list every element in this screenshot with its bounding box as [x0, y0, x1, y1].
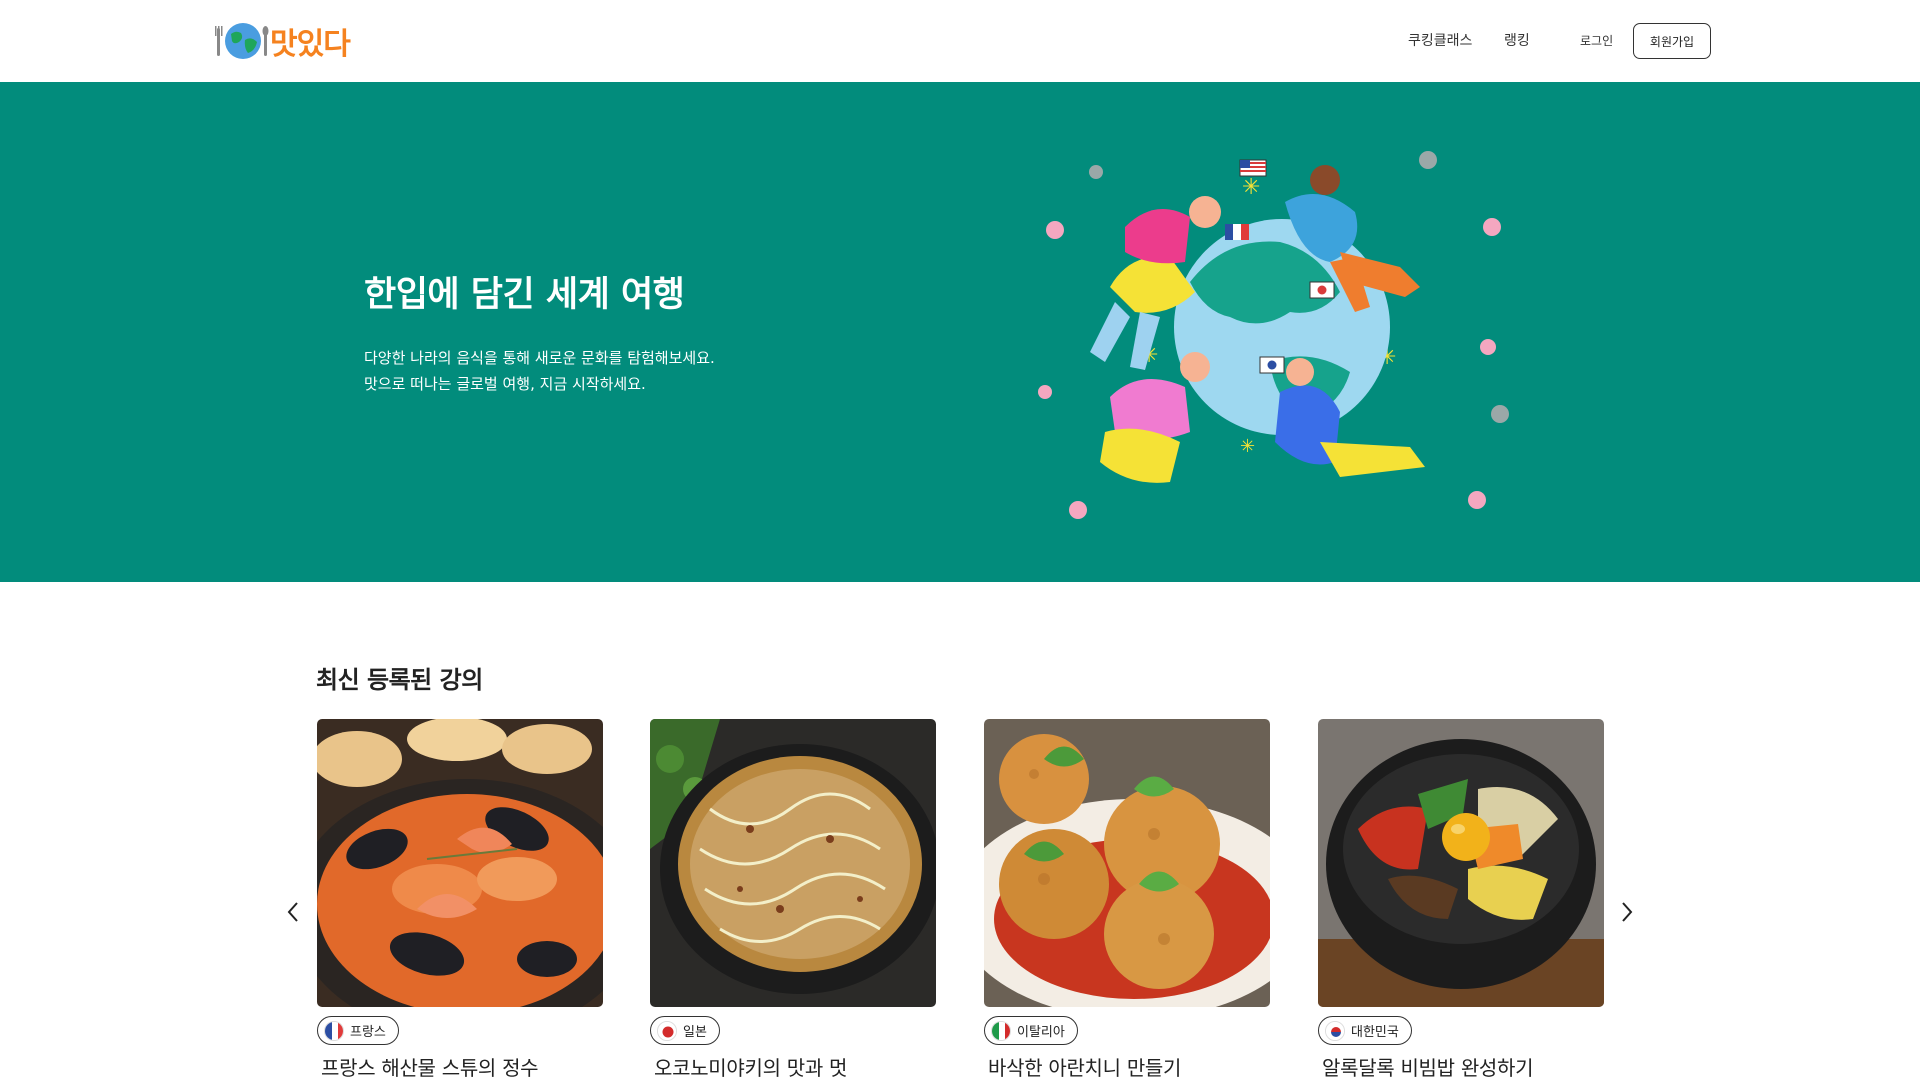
italy-flag-icon — [991, 1020, 1011, 1041]
course-card[interactable] — [1318, 719, 1604, 1007]
svg-text:✳: ✳ — [1240, 436, 1255, 457]
country-label: 이탈리아 — [1017, 1025, 1065, 1040]
country-badge: 대한민국 — [1318, 1016, 1412, 1045]
hero-subtitle-line1: 다양한 나라의 음식을 통해 새로운 문화를 탐험해보세요. — [364, 349, 715, 367]
card-title[interactable]: 바삭한 아란치니 만들기 — [988, 1052, 1181, 1081]
site-header: 맛있다 쿠킹클래스 랭킹 로그인 회원가입 — [0, 0, 1920, 82]
login-link[interactable]: 로그인 — [1580, 32, 1613, 49]
seafood-stew-image[interactable] — [317, 719, 603, 1007]
chevron-left-icon[interactable] — [283, 895, 303, 929]
france-flag-icon — [324, 1020, 344, 1041]
bibimbap-image[interactable] — [1318, 719, 1604, 1007]
country-label: 대한민국 — [1351, 1025, 1399, 1040]
japan-flag-icon — [657, 1020, 677, 1041]
arancini-image[interactable] — [984, 719, 1270, 1007]
signup-button[interactable]: 회원가입 — [1633, 23, 1711, 59]
card-title[interactable]: 프랑스 해산물 스튜의 정수 — [321, 1052, 539, 1081]
card-title[interactable]: 오코노미야키의 맛과 멋 — [654, 1052, 847, 1081]
country-badge: 일본 — [650, 1016, 720, 1045]
course-card[interactable] — [317, 719, 603, 1007]
logo[interactable]: 맛있다 — [214, 20, 351, 62]
country-label: 프랑스 — [350, 1025, 386, 1040]
country-label: 일본 — [683, 1025, 707, 1040]
card-title[interactable]: 알록달록 비빔밥 완성하기 — [1322, 1052, 1534, 1081]
course-card[interactable] — [984, 719, 1270, 1007]
course-card[interactable] — [650, 719, 936, 1007]
globe-logo-icon — [214, 20, 270, 62]
chevron-right-icon[interactable] — [1617, 895, 1637, 929]
country-badge: 프랑스 — [317, 1016, 399, 1045]
korea-flag-icon — [1325, 1020, 1345, 1041]
hero-title: 한입에 담긴 세계 여행 — [364, 275, 685, 315]
svg-text:✳: ✳ — [1242, 175, 1260, 200]
country-badge: 이탈리아 — [984, 1016, 1078, 1045]
logo-text: 맛있다 — [270, 27, 351, 62]
nav-ranking[interactable]: 랭킹 — [1504, 30, 1530, 50]
section-title: 최신 등록된 강의 — [316, 666, 483, 694]
nav-cooking-class[interactable]: 쿠킹클래스 — [1408, 30, 1472, 50]
hero-subtitle-line2: 맛으로 떠나는 글로벌 여행, 지금 시작하세요. — [364, 375, 646, 393]
world-travel-illustration: ✳ ✳ ✳ ✳ — [1020, 142, 1540, 542]
hero-banner: 한입에 담긴 세계 여행 다양한 나라의 음식을 통해 새로운 문화를 탐험해보… — [0, 82, 1920, 582]
okonomiyaki-image[interactable] — [650, 719, 936, 1007]
